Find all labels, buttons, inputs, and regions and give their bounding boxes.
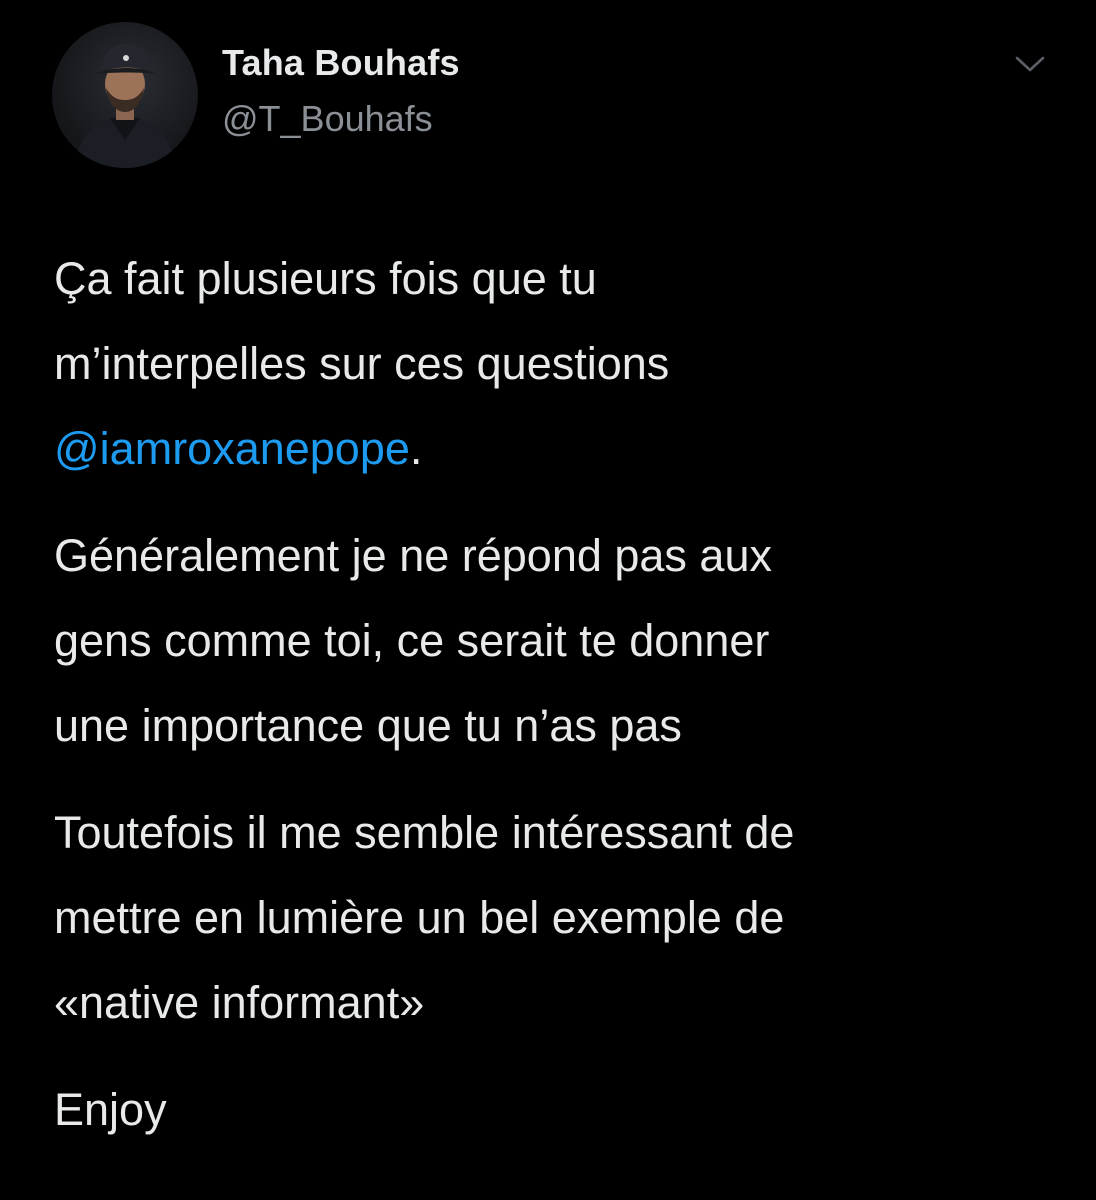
punctuation: . (409, 423, 423, 474)
tweet-line: @iamroxanepope. (54, 406, 1054, 491)
tweet-paragraph: Enjoy (54, 1067, 1054, 1152)
tweet-line: Généralement je ne répond pas aux (54, 530, 772, 581)
tweet-line: m’interpelles sur ces questions (54, 338, 670, 389)
tweet-text: Ça fait plusieurs fois que tu m’interpel… (54, 236, 1054, 1152)
tweet-header: Taha Bouhafs @T_Bouhafs (52, 22, 1052, 172)
tweet-card: Taha Bouhafs @T_Bouhafs Ça fait plusieur… (0, 0, 1096, 1200)
tweet-paragraph: Ça fait plusieurs fois que tu m’interpel… (54, 236, 1054, 491)
tweet-line: Toutefois il me semble intéressant de (54, 807, 795, 858)
tweet-menu-button[interactable] (1008, 44, 1052, 84)
user-avatar-icon (74, 44, 176, 168)
tweet-line: Ça fait plusieurs fois que tu (54, 253, 597, 304)
tweet-line: Enjoy (54, 1084, 167, 1135)
tweet-line: «native informant» (54, 977, 425, 1028)
tweet-line: mettre en lumière un bel exemple de (54, 892, 785, 943)
tweet-paragraph: Toutefois il me semble intéressant de me… (54, 790, 1054, 1045)
avatar[interactable] (52, 22, 198, 168)
tweet-line: gens comme toi, ce serait te donner (54, 615, 770, 666)
author-handle[interactable]: @T_Bouhafs (222, 98, 433, 140)
author-display-name[interactable]: Taha Bouhafs (222, 42, 460, 84)
tweet-line: une importance que tu n’as pas (54, 700, 682, 751)
chevron-down-icon (1015, 56, 1045, 72)
tweet-paragraph: Généralement je ne répond pas aux gens c… (54, 513, 1054, 768)
mention-link[interactable]: @iamroxanepope (54, 423, 410, 474)
